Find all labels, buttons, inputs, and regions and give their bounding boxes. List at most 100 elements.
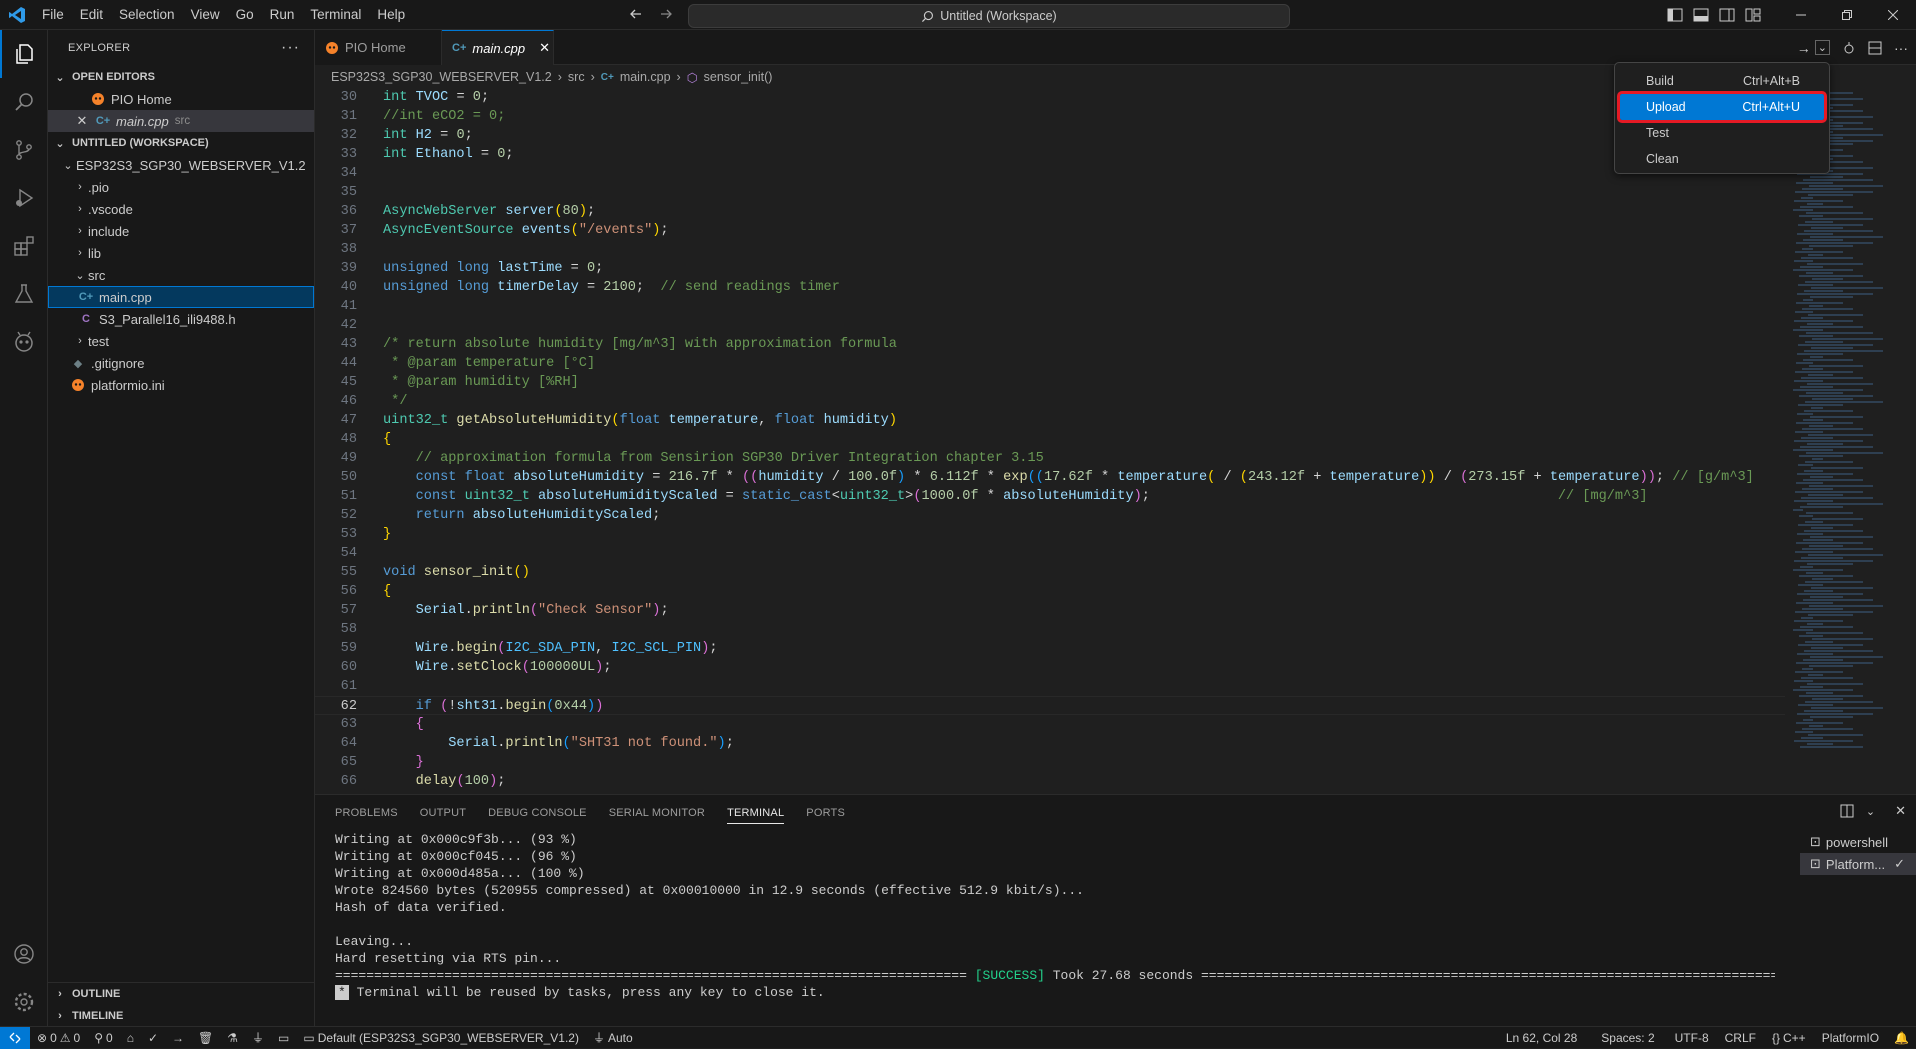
folder-include[interactable]: › include <box>48 220 314 242</box>
accounts-icon[interactable] <box>0 930 48 978</box>
close-tab-icon[interactable]: ✕ <box>539 40 550 56</box>
back-arrow-icon[interactable] <box>628 6 644 22</box>
folder-src[interactable]: ⌄ src <box>48 264 314 286</box>
file-platformio-ini[interactable]: platformio.ini <box>48 374 314 396</box>
breadcrumb-file[interactable]: main.cpp <box>620 70 671 84</box>
platformio-status[interactable]: PlatformIO <box>1814 1031 1887 1045</box>
panel-tab-terminal[interactable]: TERMINAL <box>727 807 785 824</box>
menu-selection[interactable]: Selection <box>111 0 183 30</box>
dropdown-clean[interactable]: Clean <box>1620 146 1824 172</box>
line-number: 55 <box>340 565 357 580</box>
encoding[interactable]: UTF-8 <box>1667 1031 1717 1045</box>
explorer-icon[interactable] <box>0 30 48 78</box>
minimap[interactable] <box>1785 88 1916 794</box>
terminal-powershell[interactable]: ⊡ powershell <box>1800 831 1916 853</box>
notifications-bell-icon[interactable]: 🔔 <box>1887 1031 1916 1045</box>
restore-icon[interactable] <box>1824 0 1870 30</box>
toggle-primary-sidebar-icon[interactable] <box>1662 0 1688 30</box>
menu-help[interactable]: Help <box>369 0 413 30</box>
pio-home-icon[interactable]: ⌂ <box>120 1031 141 1045</box>
ports-status[interactable]: ⚲ 0 <box>87 1031 119 1045</box>
outline-section[interactable]: › OUTLINE <box>48 983 315 1005</box>
close-panel-icon[interactable]: ✕ <box>1895 803 1906 819</box>
chevron-down-icon[interactable]: ⌄ <box>1814 40 1830 55</box>
language-mode[interactable]: {} C++ <box>1764 1031 1814 1045</box>
code-line: 42 <box>315 316 1785 335</box>
code-editor[interactable]: 30 int TVOC = 0; 31 //int eCO2 = 0; 32 int H2… <box>315 88 1785 794</box>
split-editor-icon[interactable] <box>1868 41 1882 55</box>
search-icon[interactable] <box>0 78 48 126</box>
end-of-line[interactable]: CRLF <box>1717 1031 1764 1045</box>
menu-run[interactable]: Run <box>262 0 303 30</box>
folder-vscode[interactable]: › .vscode <box>48 198 314 220</box>
platformio-icon[interactable] <box>0 318 48 366</box>
line-number: 40 <box>340 280 357 295</box>
panel-tab-problems[interactable]: PROBLEMS <box>335 807 398 819</box>
timeline-section[interactable]: › TIMELINE <box>48 1005 315 1027</box>
menu-view[interactable]: View <box>183 0 228 30</box>
customize-layout-icon[interactable] <box>1740 0 1766 30</box>
folder-lib[interactable]: › lib <box>48 242 314 264</box>
cursor-position[interactable]: Ln 62, Col 28 <box>1494 1031 1589 1045</box>
file-header[interactable]: C S3_Parallel16_ili9488.h <box>48 308 314 330</box>
file-gitignore[interactable]: ◆ .gitignore <box>48 352 314 374</box>
breadcrumb-project[interactable]: ESP32S3_SGP30_WEBSERVER_V1.2 <box>331 70 552 84</box>
platformio-run-icon[interactable]: → <box>1797 40 1811 56</box>
menu-go[interactable]: Go <box>228 0 262 30</box>
folder-test[interactable]: › test <box>48 330 314 352</box>
pio-clean-trash-icon[interactable]: 🗑 <box>191 1031 220 1045</box>
pio-build-check-icon[interactable]: ✓ <box>141 1031 165 1045</box>
file-main-cpp[interactable]: C+ main.cpp <box>48 286 314 308</box>
settings-gear-icon[interactable] <box>0 978 48 1026</box>
pio-terminal-icon[interactable]: ▭ <box>271 1031 296 1045</box>
pio-serial-plug-icon[interactable]: ⏚ <box>245 1029 271 1046</box>
dropdown-test[interactable]: Test <box>1620 120 1824 146</box>
folder-project[interactable]: ⌄ ESP32S3_SGP30_WEBSERVER_V1.2 <box>48 154 314 176</box>
pio-upload-arrow-icon[interactable]: → <box>165 1031 191 1045</box>
tab-main-cpp[interactable]: C+ main.cpp ✕ <box>442 30 554 65</box>
terminal-platformio[interactable]: ⊡ Platform... ✓ <box>1800 853 1916 875</box>
split-terminal-icon[interactable] <box>1840 804 1854 818</box>
toggle-secondary-sidebar-icon[interactable] <box>1714 0 1740 30</box>
problems-status[interactable]: ⊗ 0 ⚠ 0 <box>30 1031 87 1045</box>
extensions-icon[interactable] <box>0 222 48 270</box>
forward-arrow-icon[interactable] <box>658 6 674 22</box>
minimize-icon[interactable] <box>1778 0 1824 30</box>
menu-terminal[interactable]: Terminal <box>302 0 369 30</box>
terminal-output[interactable]: Writing at 0x000c9f3b... (93 %) Writing a… <box>315 831 1775 1027</box>
menu-edit[interactable]: Edit <box>72 0 111 30</box>
toggle-panel-icon[interactable] <box>1688 0 1714 30</box>
workspace-section[interactable]: ⌄ UNTITLED (WORKSPACE) <box>48 132 314 154</box>
more-actions-icon[interactable]: ··· <box>281 39 300 57</box>
open-editors-section[interactable]: ⌄ OPEN EDITORS <box>48 66 314 88</box>
panel-tab-serial-monitor[interactable]: SERIAL MONITOR <box>609 807 705 819</box>
command-center-search[interactable]: Untitled (Workspace) <box>688 4 1290 28</box>
folder-pio[interactable]: › .pio <box>48 176 314 198</box>
breadcrumb-src[interactable]: src <box>568 70 585 84</box>
panel-tab-output[interactable]: OUTPUT <box>420 807 466 819</box>
project-env-status[interactable]: ▭ Default (ESP32S3_SGP30_WEBSERVER_V1.2) <box>296 1031 586 1045</box>
breadcrumb-symbol[interactable]: sensor_init() <box>704 70 773 84</box>
testing-icon[interactable] <box>0 270 48 318</box>
panel-tab-ports[interactable]: PORTS <box>806 807 845 819</box>
debug-icon[interactable] <box>1842 41 1856 55</box>
pio-test-flask-icon[interactable]: ⚗ <box>220 1031 245 1045</box>
source-control-icon[interactable] <box>0 126 48 174</box>
upload-port-status[interactable]: ⏚ Auto <box>586 1029 640 1046</box>
indentation[interactable]: Spaces: 2 <box>1589 1031 1666 1045</box>
tab-pio-home[interactable]: PIO Home <box>315 30 442 65</box>
open-editor-main-cpp[interactable]: ✕ C+ main.cpp src <box>48 110 314 132</box>
menu-file[interactable]: File <box>34 0 72 30</box>
chevron-down-icon[interactable]: ⌄ <box>1866 805 1875 818</box>
run-debug-icon[interactable] <box>0 174 48 222</box>
close-window-icon[interactable] <box>1870 0 1916 30</box>
open-editor-pio-home[interactable]: PIO Home <box>48 88 314 110</box>
more-actions-icon[interactable]: ··· <box>1894 40 1908 56</box>
dropdown-upload[interactable]: Upload Ctrl+Alt+U <box>1617 91 1827 123</box>
close-icon[interactable]: ✕ <box>74 113 90 129</box>
code-text: } <box>383 527 392 542</box>
dropdown-build[interactable]: Build Ctrl+Alt+B <box>1620 68 1824 94</box>
panel-tab-debug-console[interactable]: DEBUG CONSOLE <box>488 807 587 819</box>
code-text: return absoluteHumidityScaled; <box>415 508 661 523</box>
remote-indicator-icon[interactable] <box>0 1026 30 1049</box>
